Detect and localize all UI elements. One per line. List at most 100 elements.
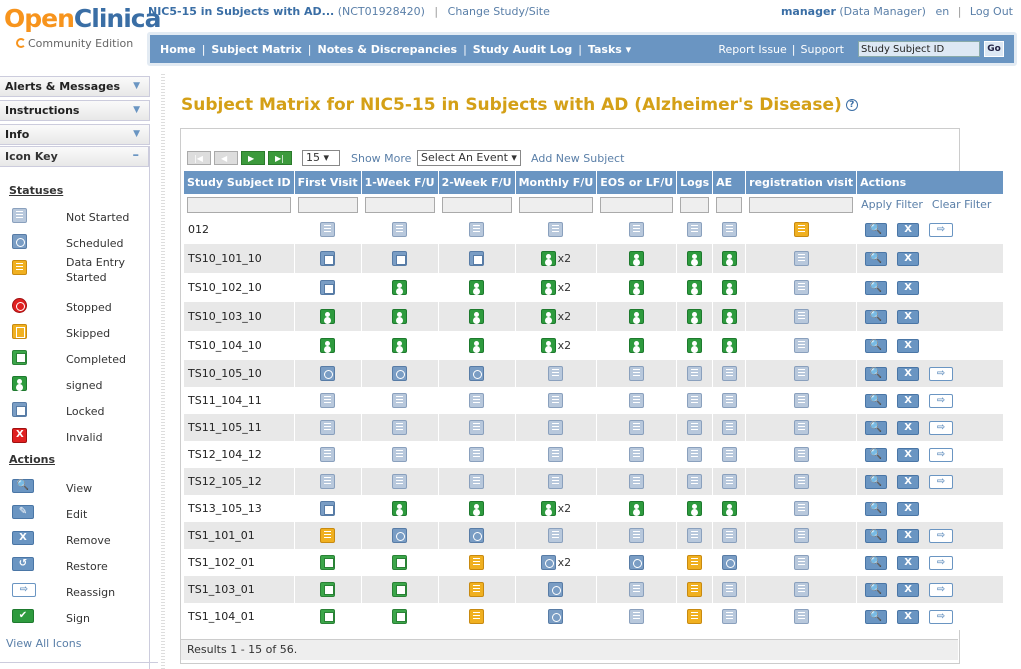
remove-button[interactable]: X <box>897 501 920 516</box>
signed-icon[interactable] <box>392 501 408 516</box>
not-started-icon[interactable] <box>793 309 809 324</box>
not-started-icon[interactable] <box>721 582 737 597</box>
scheduled-icon[interactable] <box>469 366 485 381</box>
remove-button[interactable]: X <box>897 420 920 435</box>
not-started-icon[interactable] <box>320 222 336 237</box>
remove-button[interactable]: X <box>897 222 920 237</box>
not-started-icon[interactable] <box>629 582 645 597</box>
signed-icon[interactable] <box>629 501 645 516</box>
not-started-icon[interactable] <box>721 528 737 543</box>
view-button[interactable]: 🔍 <box>865 393 888 408</box>
signed-icon[interactable] <box>687 309 703 324</box>
next-page-button[interactable]: ▶ <box>241 151 265 165</box>
not-started-icon[interactable] <box>793 251 809 266</box>
study-subject-search-input[interactable] <box>858 41 980 57</box>
expand-arrow-icon[interactable]: ▼ <box>133 129 140 139</box>
not-started-icon[interactable] <box>793 447 809 462</box>
not-started-icon[interactable] <box>392 474 408 489</box>
scheduled-icon[interactable] <box>540 555 556 570</box>
not-started-icon[interactable] <box>793 582 809 597</box>
not-started-icon[interactable] <box>469 447 485 462</box>
remove-button[interactable]: X <box>897 555 920 570</box>
completed-icon[interactable] <box>392 609 408 624</box>
signed-icon[interactable] <box>540 501 556 516</box>
signed-icon[interactable] <box>687 280 703 295</box>
reassign-button[interactable]: ⇨ <box>929 528 954 543</box>
view-button[interactable]: 🔍 <box>865 366 888 381</box>
not-started-icon[interactable] <box>629 420 645 435</box>
not-started-icon[interactable] <box>687 366 703 381</box>
locked-icon[interactable] <box>320 280 336 295</box>
not-started-icon[interactable] <box>629 609 645 624</box>
not-started-icon[interactable] <box>629 222 645 237</box>
signed-icon[interactable] <box>469 309 485 324</box>
view-button[interactable]: 🔍 <box>865 501 888 516</box>
filter-input[interactable] <box>441 196 512 213</box>
signed-icon[interactable] <box>540 280 556 295</box>
data-entry-started-icon[interactable] <box>687 555 703 570</box>
signed-icon[interactable] <box>392 280 408 295</box>
view-button[interactable]: 🔍 <box>865 338 888 353</box>
filter-input[interactable] <box>364 196 435 213</box>
signed-icon[interactable] <box>721 338 737 353</box>
column-header[interactable]: First Visit <box>294 171 362 194</box>
not-started-icon[interactable] <box>629 366 645 381</box>
remove-button[interactable]: X <box>897 251 920 266</box>
signed-icon[interactable] <box>540 251 556 266</box>
scheduled-icon[interactable] <box>320 366 336 381</box>
not-started-icon[interactable] <box>721 474 737 489</box>
remove-button[interactable]: X <box>897 366 920 381</box>
filter-input[interactable] <box>600 196 674 213</box>
signed-icon[interactable] <box>721 309 737 324</box>
last-page-button[interactable]: ▶| <box>268 151 292 165</box>
data-entry-started-icon[interactable] <box>320 528 336 543</box>
scheduled-icon[interactable] <box>721 555 737 570</box>
scheduled-icon[interactable] <box>548 582 564 597</box>
not-started-icon[interactable] <box>793 366 809 381</box>
clear-filter-link[interactable]: Clear Filter <box>932 198 992 211</box>
reassign-button[interactable]: ⇨ <box>929 609 954 624</box>
view-button[interactable]: 🔍 <box>865 474 888 489</box>
remove-button[interactable]: X <box>897 582 920 597</box>
nav-study-audit-log[interactable]: Study Audit Log <box>473 43 572 56</box>
view-all-icons-link[interactable]: View All Icons <box>6 637 81 650</box>
not-started-icon[interactable] <box>721 447 737 462</box>
filter-input[interactable] <box>518 196 594 213</box>
not-started-icon[interactable] <box>687 447 703 462</box>
not-started-icon[interactable] <box>721 420 737 435</box>
signed-icon[interactable] <box>721 280 737 295</box>
reassign-button[interactable]: ⇨ <box>929 582 954 597</box>
scheduled-icon[interactable] <box>392 366 408 381</box>
view-button[interactable]: 🔍 <box>865 582 888 597</box>
signed-icon[interactable] <box>629 280 645 295</box>
signed-icon[interactable] <box>721 251 737 266</box>
show-more-link[interactable]: Show More <box>351 152 411 168</box>
column-header[interactable]: Monthly F/U <box>515 171 598 194</box>
remove-button[interactable]: X <box>897 309 920 324</box>
page-size-select[interactable]: 15 ▾ <box>302 150 340 166</box>
filter-input[interactable] <box>716 196 743 213</box>
go-button[interactable]: Go <box>984 41 1004 57</box>
signed-icon[interactable] <box>629 251 645 266</box>
filter-input[interactable] <box>680 196 710 213</box>
collapse-icon[interactable]: – <box>133 148 140 163</box>
data-entry-started-icon[interactable] <box>469 609 485 624</box>
nav-home[interactable]: Home <box>160 43 196 56</box>
signed-icon[interactable] <box>687 338 703 353</box>
data-entry-started-icon[interactable] <box>687 609 703 624</box>
locked-icon[interactable] <box>392 251 408 266</box>
remove-button[interactable]: X <box>897 528 920 543</box>
filter-input[interactable] <box>187 196 291 213</box>
add-new-subject-link[interactable]: Add New Subject <box>531 152 624 168</box>
first-page-button[interactable]: |◀ <box>187 151 211 165</box>
not-started-icon[interactable] <box>793 528 809 543</box>
completed-icon[interactable] <box>392 555 408 570</box>
report-issue-link[interactable]: Report Issue <box>718 43 786 56</box>
not-started-icon[interactable] <box>392 222 408 237</box>
not-started-icon[interactable] <box>793 501 809 516</box>
not-started-icon[interactable] <box>687 528 703 543</box>
scheduled-icon[interactable] <box>469 528 485 543</box>
signed-icon[interactable] <box>687 251 703 266</box>
data-entry-started-icon[interactable] <box>469 582 485 597</box>
signed-icon[interactable] <box>687 501 703 516</box>
